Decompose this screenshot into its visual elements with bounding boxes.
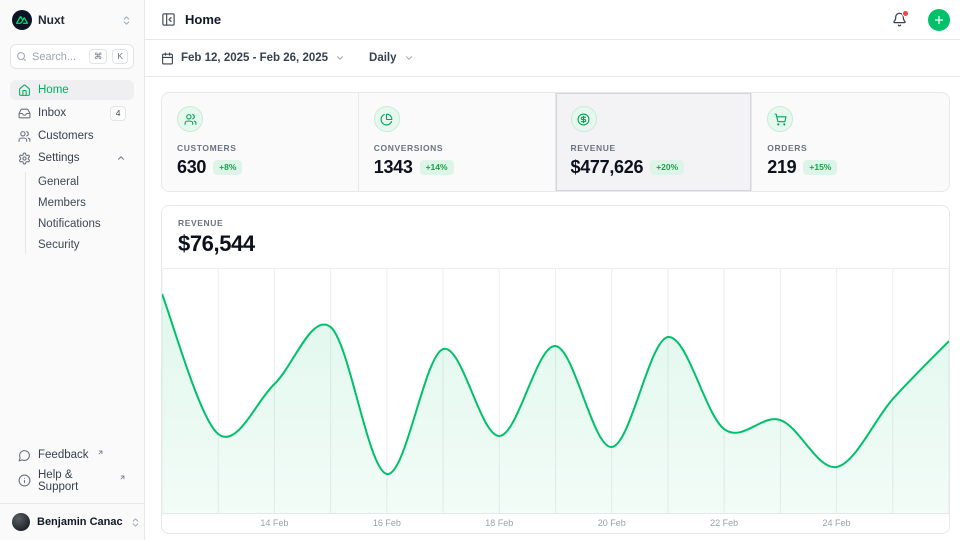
chart-x-axis: 14 Feb 16 Feb 18 Feb 20 Feb 22 Feb 24 Feb [162, 514, 949, 533]
page-title: Home [185, 12, 883, 27]
stat-label: CUSTOMERS [177, 143, 343, 153]
gear-icon [18, 152, 31, 165]
team-switcher[interactable]: Nuxt [10, 8, 134, 32]
search-icon [16, 51, 27, 62]
brand-name: Nuxt [38, 13, 115, 27]
content: CUSTOMERS 630 +8% CONVERSIONS 1343 +14% [145, 77, 960, 534]
sidebar-item-security[interactable]: Security [26, 235, 134, 254]
chevrons-up-down-icon [130, 517, 141, 528]
sidebar-item-label: Inbox [38, 107, 66, 119]
stat-value: $477,626 [571, 157, 644, 178]
stats-row: CUSTOMERS 630 +8% CONVERSIONS 1343 +14% [161, 92, 950, 192]
stat-delta-badge: +8% [213, 160, 242, 175]
sidebar-item-general[interactable]: General [26, 172, 134, 191]
chart-metric-value: $76,544 [178, 231, 933, 257]
stat-card-revenue[interactable]: REVENUE $477,626 +20% [556, 93, 753, 191]
x-axis-tick-label: 20 Feb [598, 518, 626, 528]
user-name: Benjamin Canac [37, 516, 123, 528]
revenue-chart-plot[interactable] [162, 268, 949, 514]
notification-dot [902, 10, 909, 17]
granularity-select[interactable]: Daily [369, 52, 414, 64]
inbox-icon [18, 107, 31, 120]
date-range-picker[interactable]: Feb 12, 2025 - Feb 26, 2025 [161, 52, 345, 65]
inbox-count-badge: 4 [110, 106, 126, 121]
x-axis-tick-label: 24 Feb [823, 518, 851, 528]
search-input[interactable] [32, 51, 84, 63]
sidebar-item-label: Security [38, 239, 80, 251]
message-circle-icon [18, 449, 31, 462]
granularity-value: Daily [369, 52, 397, 64]
sidebar-item-label: Home [38, 84, 69, 96]
filters-toolbar: Feb 12, 2025 - Feb 26, 2025 Daily [145, 40, 960, 77]
settings-subnav: General Members Notifications Security [25, 172, 134, 254]
sidebar-item-label: Settings [38, 152, 80, 164]
chart-metric-label: REVENUE [178, 218, 933, 228]
sidebar-item-label: Notifications [38, 218, 101, 230]
sidebar-collapse-button[interactable] [161, 12, 176, 27]
stat-card-conversions[interactable]: CONVERSIONS 1343 +14% [359, 93, 556, 191]
house-icon [18, 84, 31, 97]
add-button[interactable] [928, 9, 950, 31]
sidebar-item-label: Feedback [38, 449, 89, 461]
chart-header: REVENUE $76,544 [162, 206, 949, 268]
sidebar-item-label: Members [38, 197, 86, 209]
sidebar-item-inbox[interactable]: Inbox 4 [10, 102, 134, 124]
notifications-button[interactable] [892, 12, 907, 27]
chevron-up-icon [116, 153, 126, 163]
stat-card-customers[interactable]: CUSTOMERS 630 +8% [162, 93, 359, 191]
main-area: Home Feb 12, 2025 - Feb 26, 2025 Daily [145, 0, 960, 540]
search-bar[interactable]: ⌘ K [10, 44, 134, 69]
topbar: Home [145, 0, 960, 40]
stat-label: ORDERS [767, 143, 934, 153]
stat-card-orders[interactable]: ORDERS 219 +15% [752, 93, 949, 191]
stat-value: 630 [177, 157, 206, 178]
stat-delta-badge: +14% [420, 160, 454, 175]
area-chart [162, 269, 949, 513]
sidebar-item-feedback[interactable]: Feedback [10, 445, 134, 465]
stat-value: 1343 [374, 157, 413, 178]
dollar-circle-icon [571, 106, 597, 132]
x-axis-tick-label: 16 Feb [373, 518, 401, 528]
info-circle-icon [18, 474, 31, 487]
sidebar-item-settings[interactable]: Settings [10, 148, 134, 168]
sidebar-footer: Feedback Help & Support [0, 445, 144, 503]
x-axis-tick-label: 14 Feb [260, 518, 288, 528]
sidebar-item-label: Customers [38, 130, 94, 142]
x-axis-tick-label: 18 Feb [485, 518, 513, 528]
chevron-down-icon [404, 53, 414, 63]
sidebar-item-home[interactable]: Home [10, 80, 134, 100]
cart-icon [767, 106, 793, 132]
users-icon [18, 130, 31, 143]
plus-icon [933, 14, 945, 26]
revenue-chart-card: REVENUE $76,544 14 Feb 16 Feb 18 Feb 20 Feb… [161, 205, 950, 534]
stat-label: CONVERSIONS [374, 143, 540, 153]
date-range-value: Feb 12, 2025 - Feb 26, 2025 [181, 52, 328, 64]
avatar [12, 513, 30, 531]
stat-label: REVENUE [571, 143, 737, 153]
sidebar-item-notifications[interactable]: Notifications [26, 214, 134, 233]
sidebar-item-help-support[interactable]: Help & Support [10, 465, 134, 496]
user-menu[interactable]: Benjamin Canac [8, 511, 136, 533]
sidebar-item-members[interactable]: Members [26, 193, 134, 212]
sidebar-item-customers[interactable]: Customers [10, 126, 134, 146]
nuxt-logo-icon [12, 10, 32, 30]
calendar-icon [161, 52, 174, 65]
chevron-down-icon [335, 53, 345, 63]
users-icon [177, 106, 203, 132]
sidebar-item-label: General [38, 176, 79, 188]
stat-delta-badge: +15% [803, 160, 837, 175]
sidebar-item-label: Help & Support [38, 469, 111, 493]
kbd-k: K [112, 49, 128, 64]
chevrons-up-down-icon [121, 15, 132, 26]
external-link-icon [119, 474, 126, 481]
sidebar: Nuxt ⌘ K Home Inbo [0, 0, 145, 540]
external-link-icon [97, 449, 104, 456]
user-section: Benjamin Canac [0, 503, 144, 540]
pie-chart-icon [374, 106, 400, 132]
sidebar-nav: Home Inbox 4 Customers Settings [10, 80, 134, 254]
kbd-cmd: ⌘ [89, 49, 108, 64]
stat-delta-badge: +20% [650, 160, 684, 175]
stat-value: 219 [767, 157, 796, 178]
x-axis-tick-label: 22 Feb [710, 518, 738, 528]
